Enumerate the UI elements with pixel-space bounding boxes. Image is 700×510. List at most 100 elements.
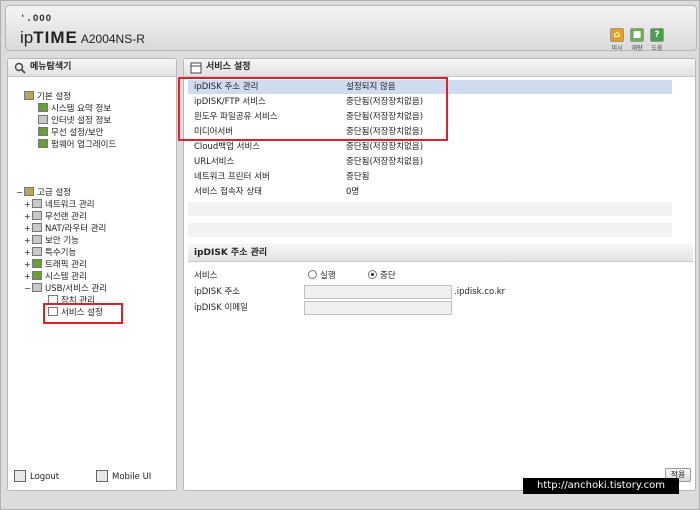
service-name: 서비스 접속자 상태 bbox=[194, 187, 262, 197]
tree-basic-settings[interactable]: 기본 설정 bbox=[24, 91, 71, 103]
logout-link[interactable]: Logout bbox=[14, 470, 59, 482]
folder-icon bbox=[24, 187, 34, 196]
collapse-icon[interactable]: − bbox=[16, 187, 24, 199]
tree-item-label: 펌웨어 업그레이드 bbox=[51, 140, 117, 150]
tree-item-label: 무선랜 관리 bbox=[45, 212, 87, 222]
service-name: URL서비스 bbox=[194, 157, 235, 167]
tree-item-label: USB/서비스 관리 bbox=[45, 284, 108, 294]
header-bar: '.OOO ipTIME A2004NS-R ⌂ 미시 ■ 재량 ? 도움 bbox=[5, 5, 697, 52]
home-label: 미시 bbox=[611, 45, 623, 52]
tree-basic-label: 기본 설정 bbox=[37, 92, 71, 102]
service-row[interactable]: Cloud백업 서비스 중단됨(저장장치없음) bbox=[188, 140, 672, 154]
save-icon: ■ bbox=[630, 28, 644, 42]
tree-item-system[interactable]: + 시스템 관리 bbox=[24, 271, 87, 283]
tree-item-traffic[interactable]: + 트래픽 관리 bbox=[24, 259, 87, 271]
save-label: 재량 bbox=[631, 45, 643, 52]
service-row[interactable]: 서비스 접속자 상태 0명 bbox=[188, 185, 672, 199]
home-button[interactable]: ⌂ 미시 bbox=[608, 28, 626, 52]
ipdisk-email-input[interactable] bbox=[304, 301, 452, 315]
help-button[interactable]: ? 도움 bbox=[648, 28, 666, 52]
page-icon bbox=[32, 259, 42, 268]
tree-item-label: 특수기능 bbox=[45, 248, 77, 258]
service-status: 0명 bbox=[346, 187, 360, 197]
tree-item-internet[interactable]: 인터넷 설정 정보 bbox=[38, 115, 111, 127]
logout-icon bbox=[14, 470, 26, 482]
service-row[interactable]: 네트워크 프린터 서버 중단됨 bbox=[188, 170, 672, 184]
tree-item-label: 무선 설정/보안 bbox=[51, 128, 104, 138]
sidebar-highlight-box bbox=[43, 303, 123, 324]
brand-time: TIME bbox=[33, 28, 78, 47]
page-icon bbox=[32, 223, 42, 232]
watermark-url: http://anchoki.tistory.com bbox=[523, 478, 679, 494]
page-icon bbox=[32, 211, 42, 220]
page-icon bbox=[32, 199, 42, 208]
tree-item-label: 네트워크 관리 bbox=[45, 200, 95, 210]
expand-icon[interactable]: + bbox=[24, 259, 32, 271]
page-icon bbox=[38, 127, 48, 136]
expand-icon[interactable]: + bbox=[24, 223, 32, 235]
ipdisk-domain-suffix: .ipdisk.co.kr bbox=[454, 287, 506, 297]
brand-ip: ip bbox=[20, 28, 34, 47]
page-icon bbox=[38, 115, 48, 124]
mobile-ui-link[interactable]: Mobile UI bbox=[96, 470, 151, 482]
tree-item-special[interactable]: + 특수기능 bbox=[24, 247, 76, 259]
tree-item-usb[interactable]: − USB/서비스 관리 bbox=[24, 283, 107, 295]
ipdisk-address-input[interactable] bbox=[304, 285, 452, 299]
tree-item-wireless[interactable]: 무선 설정/보안 bbox=[38, 127, 104, 139]
model-name: A2004NS-R bbox=[80, 32, 145, 46]
menu-explorer: 메뉴탐색기 기본 설정 시스템 요약 정보 인터넷 설정 정보 무선 설정/보안… bbox=[7, 58, 177, 491]
radio-stop-label: 중단 bbox=[380, 271, 396, 281]
page-icon bbox=[32, 247, 42, 256]
brand-logo: ipTIME A2004NS-R bbox=[20, 28, 145, 48]
tree-item-label: NAT/라우터 관리 bbox=[45, 224, 107, 234]
tree-item-security[interactable]: + 보안 기능 bbox=[24, 235, 79, 247]
menu-explorer-label: 메뉴탐색기 bbox=[30, 62, 72, 72]
radio-icon bbox=[308, 270, 317, 279]
tree-item-label: 트래픽 관리 bbox=[45, 260, 87, 270]
page-icon bbox=[38, 103, 48, 112]
usb-icon bbox=[32, 283, 42, 292]
tree-item-firmware[interactable]: 펌웨어 업그레이드 bbox=[38, 139, 116, 151]
expand-icon[interactable]: + bbox=[24, 247, 32, 259]
radio-selected-icon bbox=[368, 270, 377, 279]
radio-run-label: 실행 bbox=[320, 271, 336, 281]
logout-label: Logout bbox=[30, 472, 60, 482]
tree-item-network[interactable]: + 네트워크 관리 bbox=[24, 199, 95, 211]
menu-explorer-title: 메뉴탐색기 bbox=[8, 59, 176, 77]
save-button[interactable]: ■ 재량 bbox=[628, 28, 646, 52]
ipdisk-address-label: ipDISK 주소 bbox=[194, 287, 241, 297]
tree-item-system-summary[interactable]: 시스템 요약 정보 bbox=[38, 103, 111, 115]
home-icon: ⌂ bbox=[610, 28, 624, 42]
empty-row bbox=[188, 202, 672, 216]
ipdisk-section-title: ipDISK 주소 관리 bbox=[188, 244, 693, 262]
mobile-ui-label: Mobile UI bbox=[112, 472, 152, 482]
radio-stop[interactable]: 중단 bbox=[368, 269, 396, 283]
expand-icon[interactable]: + bbox=[24, 211, 32, 223]
page-icon bbox=[38, 139, 48, 148]
service-row[interactable]: URL서비스 중단됨(저장장치없음) bbox=[188, 155, 672, 169]
service-status: 중단됨(저장장치없음) bbox=[346, 157, 424, 167]
tree-item-label: 시스템 관리 bbox=[45, 272, 87, 282]
services-highlight-box bbox=[178, 77, 448, 141]
radio-run[interactable]: 실행 bbox=[308, 269, 336, 283]
empty-row bbox=[188, 223, 672, 237]
page-icon bbox=[32, 271, 42, 280]
magnifier-icon bbox=[14, 62, 26, 74]
main-panel: 서비스 설정 ipDISK 주소 관리 설정되지 않음 ipDISK/FTP 서비… bbox=[178, 58, 696, 491]
expand-icon[interactable]: + bbox=[24, 235, 32, 247]
tree-item-wlan[interactable]: + 무선랜 관리 bbox=[24, 211, 87, 223]
tree-advanced-settings[interactable]: − 고급 설정 bbox=[16, 187, 71, 199]
tree-item-nat[interactable]: + NAT/라우터 관리 bbox=[24, 223, 106, 235]
lock-icon bbox=[32, 235, 42, 244]
expand-icon[interactable]: + bbox=[24, 199, 32, 211]
collapse-icon[interactable]: − bbox=[24, 283, 32, 295]
help-label: 도움 bbox=[651, 45, 663, 52]
service-label: 서비스 bbox=[194, 271, 218, 281]
tree-item-label: 보안 기능 bbox=[45, 236, 79, 246]
service-name: Cloud백업 서비스 bbox=[194, 142, 261, 152]
mobile-icon bbox=[96, 470, 108, 482]
brand-dots: '.OOO bbox=[20, 14, 53, 24]
tree-item-label: 인터넷 설정 정보 bbox=[51, 116, 112, 126]
service-status: 중단됨 bbox=[346, 172, 370, 182]
expand-icon[interactable]: + bbox=[24, 271, 32, 283]
